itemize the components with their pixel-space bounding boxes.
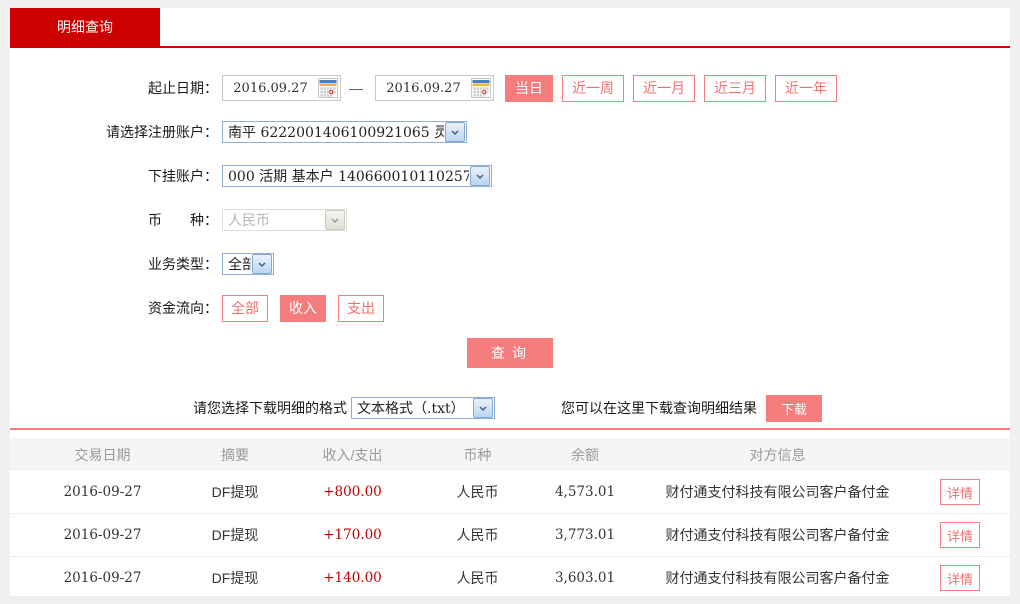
fund-flow-group: 全部收入支出: [222, 295, 396, 322]
results-table: 交易日期摘要收入/支出币种余额对方信息 2016-09-27 DF提现 +800…: [10, 428, 1010, 600]
cell-amount: +800.00: [275, 484, 430, 500]
currency-value: 人民币: [228, 210, 324, 230]
fund-flow-button[interactable]: 支出: [338, 295, 384, 322]
currency-select: 人民币: [222, 209, 347, 231]
cell-transaction-date: 2016-09-27: [10, 570, 195, 586]
currency-label: 币 种：: [10, 210, 218, 230]
fund-flow-button[interactable]: 收入: [280, 295, 326, 322]
cell-counterparty: 财付通支付科技有限公司客户备付金: [645, 568, 910, 588]
download-button[interactable]: 下载: [766, 395, 822, 422]
register-account-label: 请选择注册账户：: [10, 122, 218, 142]
quick-range-button[interactable]: 近三月: [704, 75, 766, 102]
table-header-cell: 余额: [525, 445, 645, 465]
sub-account-row: 下挂账户： 000 活期 基本户 1406600101102571848: [10, 162, 1010, 190]
table-header-cell: 对方信息: [645, 445, 910, 465]
quick-range-button[interactable]: 近一月: [633, 75, 695, 102]
fund-flow-button[interactable]: 全部: [222, 295, 268, 322]
business-type-select[interactable]: 全部: [222, 253, 274, 275]
start-date-value: 2016.09.27: [223, 81, 318, 96]
cell-summary: DF提现: [195, 525, 275, 545]
cell-balance: 3,603.01: [525, 570, 645, 586]
date-separator: —: [349, 80, 363, 96]
cell-transaction-date: 2016-09-27: [10, 484, 195, 500]
table-row: 2016-09-27 DF提现 +170.00 人民币 3,773.01 财付通…: [10, 514, 1010, 557]
tab-bar: 明细查询: [10, 8, 1010, 48]
start-date-input[interactable]: 2016.09.27: [222, 75, 341, 101]
business-type-value: 全部: [228, 254, 251, 274]
cell-counterparty: 财付通支付科技有限公司客户备付金: [645, 482, 910, 502]
cell-summary: DF提现: [195, 568, 275, 588]
tab-detail-query[interactable]: 明细查询: [10, 8, 160, 46]
calendar-icon[interactable]: [471, 78, 491, 98]
quick-range-group: 当日近一周近一月近三月近一年: [494, 75, 837, 102]
date-range-row: 起止日期： 2016.09.27: [10, 74, 1010, 102]
detail-button[interactable]: 详情: [940, 479, 980, 505]
chevron-down-icon: [470, 166, 490, 186]
detail-button[interactable]: 详情: [940, 565, 980, 591]
cell-balance: 4,573.01: [525, 484, 645, 500]
table-row: 2016-09-27 DF提现 +800.00 人民币 4,573.01 财付通…: [10, 471, 1010, 514]
register-account-row: 请选择注册账户： 南平 6222001406100921065 灵通卡: [10, 118, 1010, 146]
download-format-value: 文本格式（.txt）: [357, 398, 472, 418]
chevron-down-icon: [252, 254, 272, 274]
business-type-row: 业务类型： 全部: [10, 250, 1010, 278]
content-panel: 明细查询 起止日期： 2016.09.27: [10, 8, 1010, 596]
register-account-select[interactable]: 南平 6222001406100921065 灵通卡: [222, 121, 467, 143]
download-format-select[interactable]: 文本格式（.txt）: [351, 397, 495, 419]
fund-flow-row: 资金流向： 全部收入支出: [10, 294, 1010, 322]
table-header-cell: 收入/支出: [275, 445, 430, 465]
table-header-cell: 币种: [430, 445, 525, 465]
query-form: 起止日期： 2016.09.27: [10, 48, 1010, 368]
sub-account-label: 下挂账户：: [10, 166, 218, 186]
query-button[interactable]: 查询: [467, 338, 553, 368]
fund-flow-label: 资金流向：: [10, 298, 218, 318]
currency-row: 币 种： 人民币: [10, 206, 1010, 234]
end-date-value: 2016.09.27: [376, 81, 471, 96]
quick-range-button[interactable]: 近一周: [562, 75, 624, 102]
table-row: 2016-09-27 DF提现 +140.00 人民币 3,603.01 财付通…: [10, 557, 1010, 600]
cell-currency: 人民币: [430, 482, 525, 502]
cell-balance: 3,773.01: [525, 527, 645, 543]
cell-transaction-date: 2016-09-27: [10, 527, 195, 543]
cell-currency: 人民币: [430, 525, 525, 545]
sub-account-value: 000 活期 基本户 1406600101102571848: [228, 166, 469, 186]
chevron-down-icon: [325, 210, 345, 230]
quick-range-button[interactable]: 当日: [505, 75, 553, 102]
date-range-label: 起止日期：: [10, 78, 218, 98]
cell-amount: +140.00: [275, 570, 430, 586]
detail-button[interactable]: 详情: [940, 522, 980, 548]
download-row: 请您选择下载明细的格式 文本格式（.txt） 您可以在这里下载查询明细结果 下载: [10, 394, 1010, 422]
end-date-input[interactable]: 2016.09.27: [375, 75, 494, 101]
download-hint: 您可以在这里下载查询明细结果: [561, 398, 757, 418]
chevron-down-icon: [445, 122, 465, 142]
table-body: 2016-09-27 DF提现 +800.00 人民币 4,573.01 财付通…: [10, 471, 1010, 600]
chevron-down-icon: [473, 398, 493, 418]
table-header-cell: 摘要: [195, 445, 275, 465]
table-header-cell: 交易日期: [10, 445, 195, 465]
calendar-icon[interactable]: [318, 78, 338, 98]
download-format-label: 请您选择下载明细的格式: [193, 398, 347, 418]
cell-counterparty: 财付通支付科技有限公司客户备付金: [645, 525, 910, 545]
cell-amount: +170.00: [275, 527, 430, 543]
business-type-label: 业务类型：: [10, 254, 218, 274]
cell-currency: 人民币: [430, 568, 525, 588]
table-header-row: 交易日期摘要收入/支出币种余额对方信息: [10, 438, 1010, 471]
quick-range-button[interactable]: 近一年: [775, 75, 837, 102]
register-account-value: 南平 6222001406100921065 灵通卡: [228, 122, 444, 142]
sub-account-select[interactable]: 000 活期 基本户 1406600101102571848: [222, 165, 492, 187]
cell-summary: DF提现: [195, 482, 275, 502]
